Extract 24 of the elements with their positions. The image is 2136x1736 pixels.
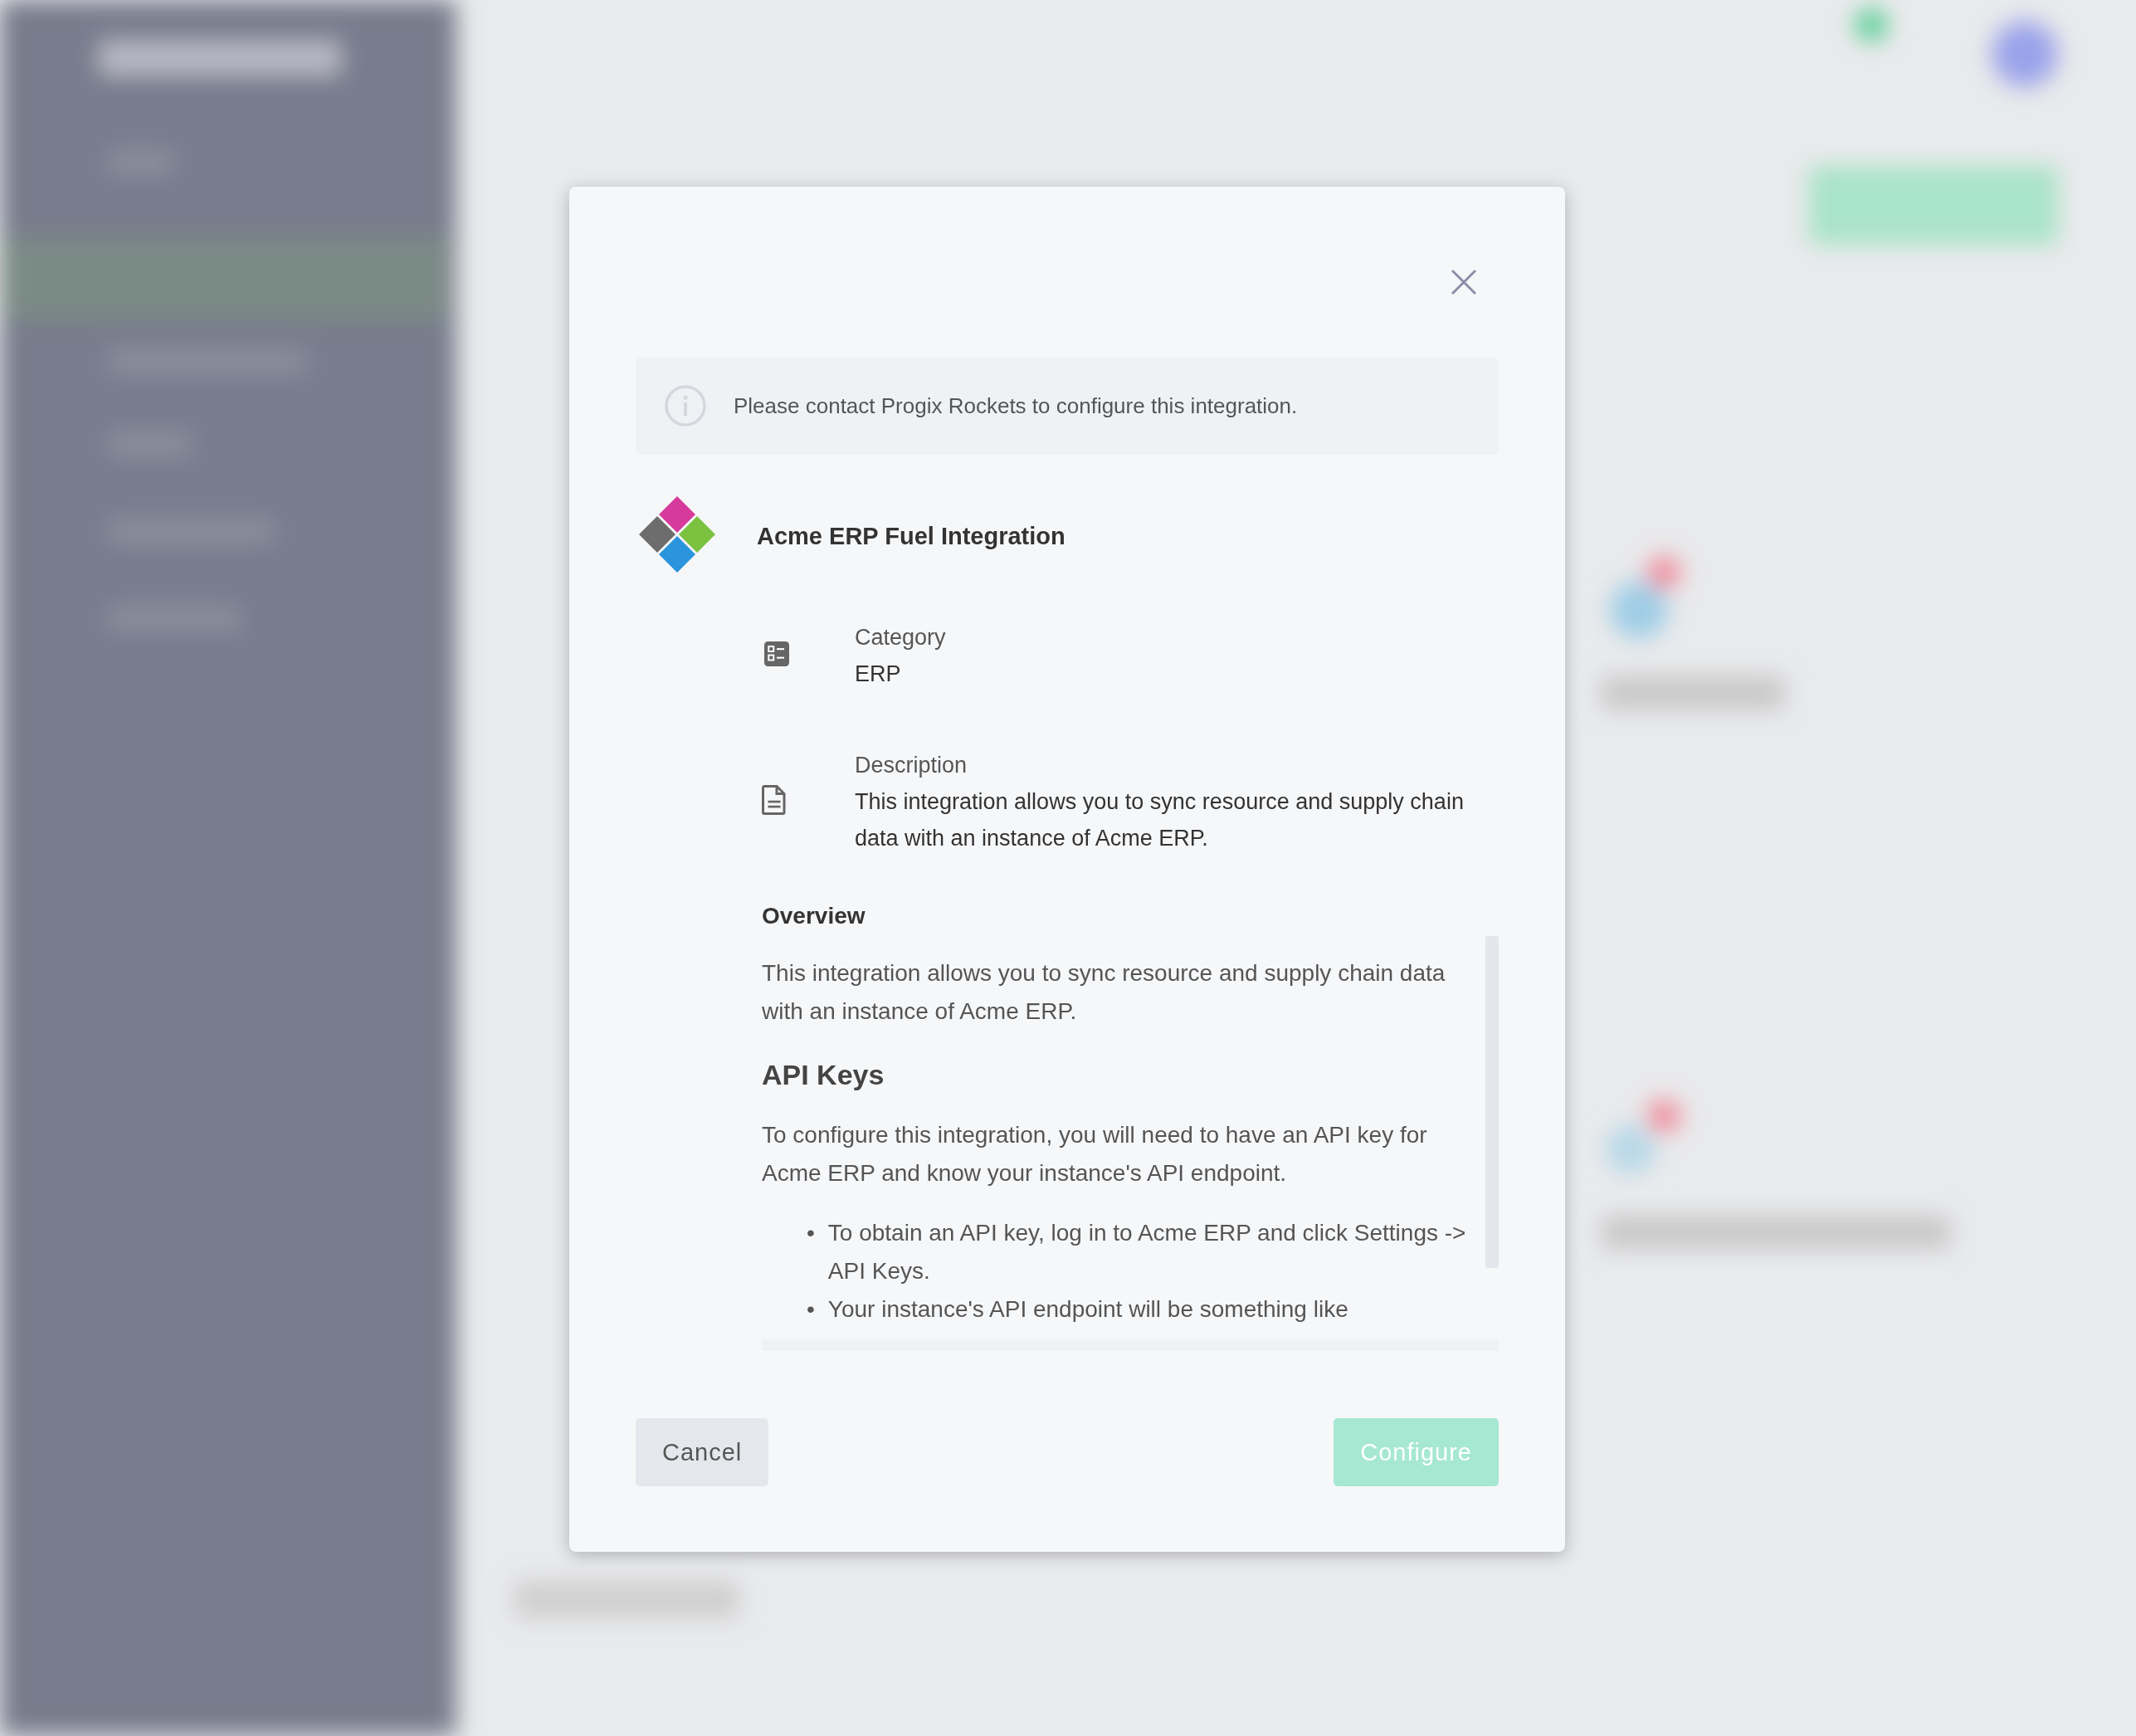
detail-label: Description	[855, 752, 968, 779]
detail-value: ERP	[855, 661, 902, 688]
blurred-badge	[1855, 8, 1888, 41]
cancel-button[interactable]: Cancel	[636, 1418, 769, 1486]
blurred-card-icon	[1610, 556, 1680, 639]
close-icon[interactable]	[1449, 267, 1479, 297]
info-icon	[664, 384, 707, 427]
overview-paragraph: This integration allows you to sync resource and supply chain data with an instance of Acme ERP.	[762, 959, 1446, 1026]
blurred-card-icon	[1606, 1100, 1680, 1174]
bullet-marker: •	[807, 1219, 815, 1247]
overview-paragraph: To configure this integration, you will need to have an API key for Acme ERP and know your instance's API endpoint.	[762, 1121, 1428, 1187]
bullet-marker: •	[807, 1295, 815, 1324]
blurred-avatar[interactable]	[1992, 21, 2058, 87]
notice-text: Please contact Progix Rockets to configure this integration.	[734, 393, 1298, 419]
detail-value: This integration allows you to sync resource and supply chain data with an instance of Acme ERP.	[855, 788, 1465, 852]
bullet-item: Your instance's API endpoint will be something like	[827, 1295, 1348, 1324]
bullet-item: To obtain an API key, log in to Acme ERP and click Settings -> API Keys.	[827, 1219, 1467, 1285]
document-icon	[762, 784, 787, 816]
detail-label: Category	[855, 624, 947, 651]
blurred-button[interactable]	[1809, 166, 2058, 245]
integration-title: Acme ERP Fuel Integration	[757, 522, 1066, 550]
overview-heading: Overview	[762, 903, 866, 929]
list-icon	[762, 639, 792, 669]
section-heading: API Keys	[762, 1059, 885, 1091]
